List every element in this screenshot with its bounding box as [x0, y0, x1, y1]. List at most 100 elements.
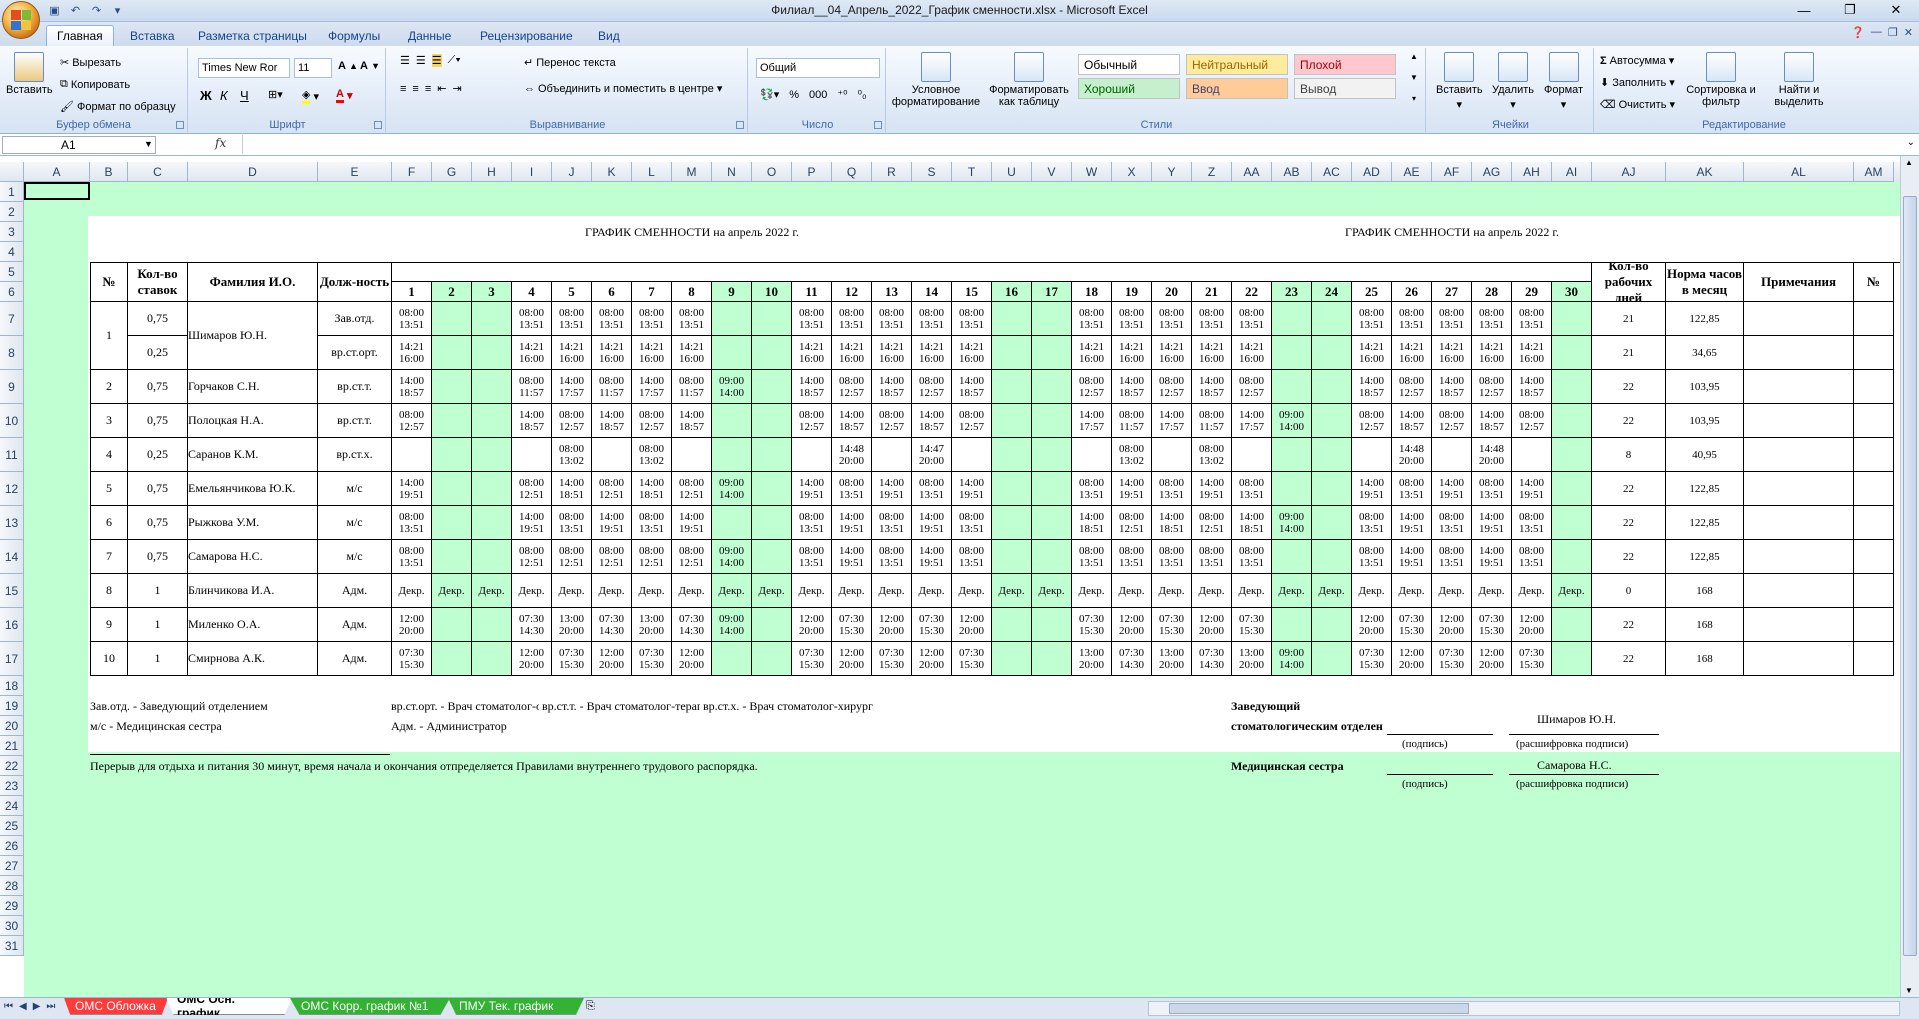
- align-top-icon[interactable]: ☰: [400, 54, 410, 67]
- column-header[interactable]: AI: [1552, 162, 1592, 182]
- column-header[interactable]: AD: [1352, 162, 1392, 182]
- row-header[interactable]: 8: [0, 336, 24, 370]
- column-header[interactable]: H: [472, 162, 512, 182]
- minimize-button[interactable]: —: [1781, 0, 1827, 20]
- row-header[interactable]: 25: [0, 816, 24, 836]
- sheet-tab-cover[interactable]: ОМС Обложка: [64, 998, 168, 1015]
- column-header[interactable]: AM: [1854, 162, 1894, 182]
- row-header[interactable]: 5: [0, 262, 24, 282]
- fx-icon[interactable]: fx: [215, 136, 226, 150]
- delete-cells-button[interactable]: Удалить ▾: [1492, 52, 1534, 111]
- tab-data[interactable]: Данные: [398, 25, 461, 46]
- name-box-dropdown-icon[interactable]: ▼: [144, 139, 153, 149]
- column-header[interactable]: L: [632, 162, 672, 182]
- copy-button[interactable]: ⧉ Копировать: [60, 78, 130, 91]
- column-header[interactable]: AF: [1432, 162, 1472, 182]
- row-header[interactable]: 20: [0, 716, 24, 736]
- column-header[interactable]: B: [90, 162, 128, 182]
- font-name-select[interactable]: Times New Ror: [198, 58, 290, 78]
- restore-button[interactable]: ❐: [1827, 0, 1873, 20]
- tab-view[interactable]: Вид: [588, 25, 630, 46]
- cell-style-option[interactable]: Нейтральный: [1186, 54, 1288, 75]
- column-header[interactable]: F: [392, 162, 432, 182]
- active-cell-a1[interactable]: [24, 182, 90, 200]
- row-header[interactable]: 23: [0, 776, 24, 796]
- row-header[interactable]: 28: [0, 876, 24, 896]
- redo-icon[interactable]: ↷: [88, 3, 105, 19]
- undo-icon[interactable]: ↶: [67, 3, 84, 19]
- ribbon-restore-icon[interactable]: ❐: [1888, 26, 1898, 39]
- fill-button[interactable]: ⬇ Заполнить ▾: [1600, 76, 1675, 90]
- row-header[interactable]: 13: [0, 506, 24, 540]
- styles-scroll-icons[interactable]: ▲ ▼ ▾: [1410, 52, 1418, 103]
- column-header[interactable]: O: [752, 162, 792, 182]
- first-sheet-icon[interactable]: ⏮: [4, 1001, 13, 1012]
- column-header[interactable]: W: [1072, 162, 1112, 182]
- row-header[interactable]: 31: [0, 936, 24, 956]
- sheet-tab-corr-schedule[interactable]: ОМС Корр. график №1: [290, 998, 450, 1015]
- column-header[interactable]: M: [672, 162, 712, 182]
- fill-color-icon[interactable]: ◈ ▾: [302, 88, 319, 104]
- increase-indent-icon[interactable]: ⇥: [452, 82, 461, 95]
- format-cells-button[interactable]: Формат ▾: [1544, 52, 1583, 111]
- ribbon-minimize-icon[interactable]: —: [1871, 26, 1882, 39]
- row-header[interactable]: 3: [0, 222, 24, 242]
- row-header[interactable]: 21: [0, 736, 24, 756]
- sheet-tab-main-schedule[interactable]: ОМС Осн. график: [166, 998, 292, 1015]
- column-header[interactable]: C: [128, 162, 188, 182]
- row-header[interactable]: 24: [0, 796, 24, 816]
- row-header[interactable]: 11: [0, 438, 24, 472]
- cell-style-option[interactable]: Хороший: [1078, 78, 1180, 99]
- align-right-icon[interactable]: ≡: [425, 83, 431, 95]
- insert-cells-button[interactable]: Вставить ▾: [1436, 52, 1483, 111]
- prev-sheet-icon[interactable]: ◀: [19, 1001, 27, 1012]
- align-left-icon[interactable]: ≡: [400, 83, 406, 95]
- next-sheet-icon[interactable]: ▶: [33, 1001, 41, 1012]
- column-header[interactable]: Q: [832, 162, 872, 182]
- column-header[interactable]: T: [952, 162, 992, 182]
- paste-button[interactable]: Вставить: [6, 52, 53, 96]
- row-header[interactable]: 9: [0, 370, 24, 404]
- cell-style-option[interactable]: Вывод: [1294, 78, 1396, 99]
- column-header[interactable]: K: [592, 162, 632, 182]
- row-header[interactable]: 1: [0, 182, 24, 202]
- column-header[interactable]: AB: [1272, 162, 1312, 182]
- column-header[interactable]: Y: [1152, 162, 1192, 182]
- column-header[interactable]: AL: [1744, 162, 1854, 182]
- row-header[interactable]: 2: [0, 202, 24, 222]
- italic-button[interactable]: К: [220, 88, 228, 103]
- align-middle-icon[interactable]: ☰: [416, 54, 426, 67]
- column-header[interactable]: AC: [1312, 162, 1352, 182]
- help-icon[interactable]: ❓: [1851, 26, 1865, 39]
- row-header[interactable]: 16: [0, 608, 24, 642]
- scroll-down-icon[interactable]: ▼: [1905, 986, 1913, 995]
- sheet-tab-pmu-schedule[interactable]: ПМУ Тек. график: [448, 998, 584, 1015]
- column-header[interactable]: Z: [1192, 162, 1232, 182]
- horizontal-scrollbar[interactable]: [1148, 1001, 1900, 1016]
- percent-button[interactable]: %: [789, 89, 799, 101]
- column-header[interactable]: J: [552, 162, 592, 182]
- office-button[interactable]: [2, 1, 40, 39]
- conditional-formatting-button[interactable]: Условное форматирование: [892, 52, 980, 108]
- tab-home[interactable]: Главная: [46, 25, 114, 46]
- expand-formula-bar-icon[interactable]: ⌄: [1907, 137, 1915, 148]
- thousands-button[interactable]: 000: [809, 89, 827, 101]
- tab-formulas[interactable]: Формулы: [318, 25, 390, 46]
- close-button[interactable]: ✕: [1873, 0, 1919, 20]
- cell-style-option[interactable]: Обычный: [1078, 54, 1180, 75]
- column-header[interactable]: X: [1112, 162, 1152, 182]
- row-header[interactable]: 29: [0, 896, 24, 916]
- clear-button[interactable]: ⌫ Очистить ▾: [1600, 98, 1675, 112]
- row-header[interactable]: 30: [0, 916, 24, 936]
- shrink-font-icon[interactable]: A ▼: [360, 60, 380, 72]
- alignment-launcher-icon[interactable]: [736, 121, 744, 129]
- vertical-align-icons[interactable]: ☰ ☰ ☰ ⟋▾: [400, 54, 461, 67]
- column-header[interactable]: R: [872, 162, 912, 182]
- borders-icon[interactable]: ⊞▾: [268, 88, 283, 101]
- cell-style-option[interactable]: Ввод: [1186, 78, 1288, 99]
- tab-insert[interactable]: Вставка: [120, 25, 185, 46]
- column-header[interactable]: G: [432, 162, 472, 182]
- cell-style-option[interactable]: Плохой: [1294, 54, 1396, 75]
- last-sheet-icon[interactable]: ⏭: [46, 1001, 55, 1012]
- merge-center-button[interactable]: ⇔ Объединить и поместить в центре ▾: [524, 82, 722, 96]
